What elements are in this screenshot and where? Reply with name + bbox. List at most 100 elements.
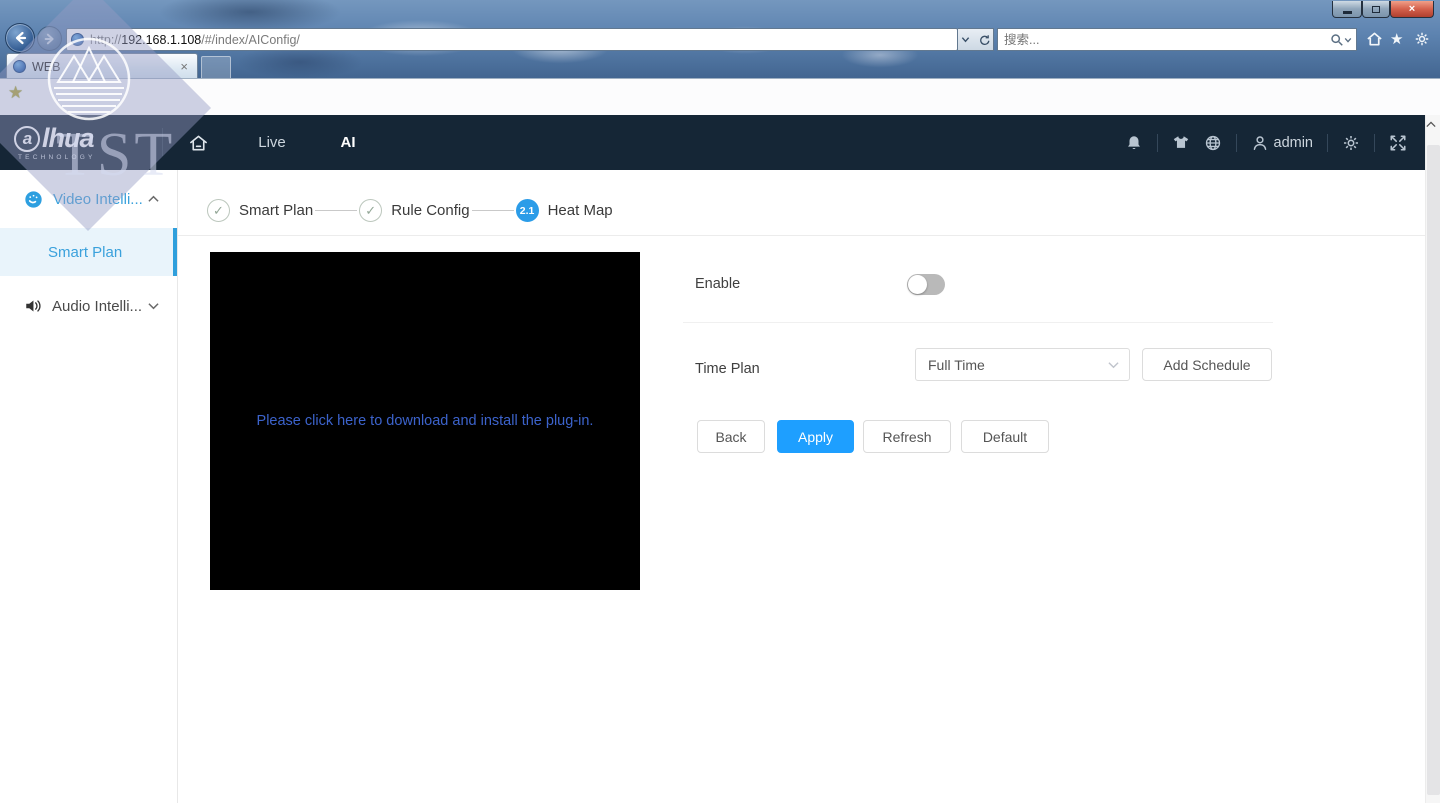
close-window-button[interactable]: × <box>1390 1 1434 18</box>
restore-button[interactable] <box>1362 1 1390 18</box>
browser-favorites-icon[interactable]: ★ <box>1390 30 1403 48</box>
search-input[interactable] <box>998 33 1330 47</box>
main-content: ✓ Smart Plan ✓ Rule Config 2.1 Heat Map … <box>178 170 1425 803</box>
language-globe-icon[interactable] <box>1204 134 1222 152</box>
step-rule-config-label[interactable]: Rule Config <box>391 202 469 219</box>
favorites-bar: ★ <box>0 78 1440 115</box>
minimize-icon <box>1343 11 1352 14</box>
navbar-separator <box>1327 134 1328 152</box>
chevron-down-icon <box>148 302 159 310</box>
user-icon <box>1251 134 1269 152</box>
url-text: http://192.168.1.108/#/index/AIConfig/ <box>90 33 300 47</box>
tab-live[interactable]: Live <box>244 115 300 170</box>
audio-intelligence-icon <box>24 297 42 315</box>
plugin-download-link[interactable]: Please click here to download and instal… <box>257 413 594 429</box>
stepper-connector <box>472 210 514 211</box>
sidebar-item-label: Video Intelli... <box>53 191 143 208</box>
notifications-bell-icon[interactable] <box>1125 134 1143 152</box>
new-tab-button[interactable] <box>201 56 231 79</box>
apply-button[interactable]: Apply <box>777 420 854 453</box>
url-scheme: http:// <box>90 33 121 47</box>
back-arrow-icon <box>12 30 28 46</box>
refresh-button[interactable]: Refresh <box>863 420 951 453</box>
home-icon <box>188 133 209 153</box>
logo-circle-a: a <box>14 126 40 152</box>
user-menu[interactable]: admin <box>1251 134 1314 152</box>
url-path: /#/index/AIConfig/ <box>201 33 300 47</box>
browser-back-button[interactable] <box>5 23 35 53</box>
fullscreen-icon[interactable] <box>1389 134 1407 152</box>
form-divider <box>683 322 1273 323</box>
window-controls: × <box>1332 1 1434 18</box>
toggle-knob <box>908 275 927 294</box>
search-tools[interactable] <box>1330 33 1356 47</box>
time-plan-select[interactable]: Full Time <box>915 348 1130 381</box>
chevron-up-icon <box>148 195 159 203</box>
sidebar-item-label: Audio Intelli... <box>52 298 142 315</box>
logo-text: lhua <box>42 123 94 154</box>
stepper-divider <box>178 235 1425 236</box>
time-plan-label: Time Plan <box>695 361 760 377</box>
step-rule-config-circle[interactable]: ✓ <box>359 199 382 222</box>
step-heat-map-circle[interactable]: 2.1 <box>516 199 539 222</box>
dahua-logo: alhua TECHNOLOGY <box>14 123 96 161</box>
back-button[interactable]: Back <box>697 420 765 453</box>
tab-ai[interactable]: AI <box>326 115 370 170</box>
navbar-divider <box>162 128 163 156</box>
restore-icon <box>1372 6 1380 13</box>
default-button[interactable]: Default <box>961 420 1049 453</box>
stepper-connector <box>315 210 357 211</box>
autocomplete-dropdown-icon[interactable] <box>961 35 970 44</box>
navbar-separator <box>1374 134 1375 152</box>
tab-close-icon[interactable]: × <box>177 59 191 74</box>
add-favorite-icon[interactable]: ★ <box>8 83 23 103</box>
enable-label: Enable <box>695 276 740 292</box>
sidebar-item-audio-intelligence[interactable]: Audio Intelli... <box>0 282 177 330</box>
navbar-separator <box>1236 134 1237 152</box>
browser-home-icon[interactable] <box>1366 31 1383 47</box>
settings-gear-icon[interactable] <box>1342 134 1360 152</box>
enable-toggle[interactable] <box>907 274 945 295</box>
tab-title: WEB <box>32 60 177 74</box>
close-icon: × <box>1409 3 1415 15</box>
step-heat-map-label[interactable]: Heat Map <box>548 202 613 219</box>
scroll-up-arrow[interactable] <box>1426 121 1440 128</box>
browser-tab[interactable]: WEB × <box>6 53 198 79</box>
chevron-down-icon <box>1108 361 1119 369</box>
wizard-stepper: ✓ Smart Plan ✓ Rule Config 2.1 Heat Map <box>207 199 613 222</box>
check-icon: ✓ <box>213 203 224 219</box>
step-badge: 2.1 <box>520 205 535 217</box>
check-icon: ✓ <box>365 203 376 219</box>
address-bar-tools <box>958 28 994 51</box>
address-bar[interactable]: http://192.168.1.108/#/index/AIConfig/ <box>66 28 958 51</box>
sidebar-item-label: Smart Plan <box>48 244 122 261</box>
nav-home-button[interactable] <box>180 115 216 170</box>
username-label: admin <box>1274 135 1314 151</box>
tab-favicon <box>13 60 26 73</box>
step-smart-plan-circle[interactable]: ✓ <box>207 199 230 222</box>
url-host: 192.168.1.108 <box>121 33 201 47</box>
page-scrollbar[interactable] <box>1425 115 1440 803</box>
time-plan-value: Full Time <box>928 357 985 373</box>
navbar-separator <box>1157 134 1158 152</box>
browser-forward-button[interactable] <box>37 26 62 51</box>
sidebar-item-video-intelligence[interactable]: Video Intelli... <box>0 170 177 228</box>
refresh-page-icon[interactable] <box>978 34 990 46</box>
screen: × http://192.168.1.108/#/index/AIConfig/ <box>0 0 1440 803</box>
site-favicon <box>71 33 84 46</box>
search-icon <box>1330 33 1344 47</box>
forward-arrow-icon <box>43 32 57 46</box>
search-dropdown-icon <box>1344 36 1352 44</box>
sidebar-item-smart-plan[interactable]: Smart Plan <box>0 228 177 276</box>
add-schedule-button[interactable]: Add Schedule <box>1142 348 1272 381</box>
scrollbar-thumb[interactable] <box>1427 145 1440 795</box>
minimize-button[interactable] <box>1332 1 1362 18</box>
search-box <box>997 28 1357 51</box>
step-smart-plan-label[interactable]: Smart Plan <box>239 202 313 219</box>
navbar-right-tools: admin <box>1125 115 1408 170</box>
browser-settings-icon[interactable] <box>1414 31 1430 47</box>
app-navbar: alhua TECHNOLOGY Live AI admin <box>0 115 1425 170</box>
video-intelligence-icon <box>24 190 43 209</box>
sidebar: Video Intelli... Smart Plan Audio Intell… <box>0 170 178 803</box>
theme-skin-icon[interactable] <box>1172 134 1190 151</box>
